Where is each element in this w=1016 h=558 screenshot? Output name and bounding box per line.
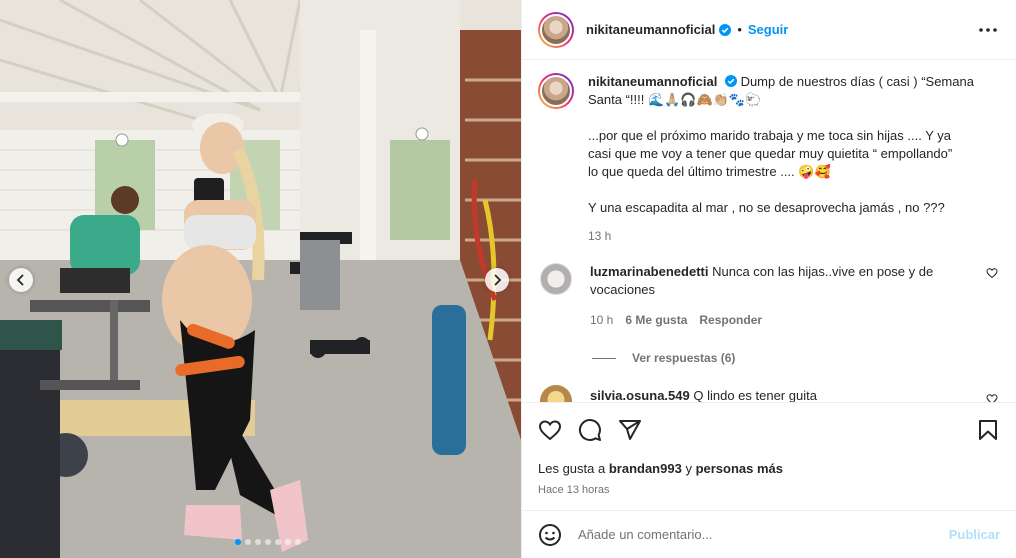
comment-input[interactable] <box>578 527 949 542</box>
carousel-dot <box>295 539 301 545</box>
caption-text-line: lo que queda del último trimestre .... 🤪… <box>588 164 831 179</box>
heart-icon[interactable] <box>538 418 562 442</box>
comment-item: silvia.osuna.549 Q lindo es tener guita <box>538 385 1000 402</box>
carousel-dot <box>255 539 261 545</box>
likes-others[interactable]: personas más <box>696 461 783 476</box>
commenter-username[interactable]: silvia.osuna.549 <box>590 388 690 402</box>
carousel-dot <box>285 539 291 545</box>
reply-button[interactable]: Responder <box>699 311 762 329</box>
commenter-avatar[interactable] <box>540 385 572 402</box>
comment-likes[interactable]: 6 Me gusta <box>625 311 687 329</box>
commenter-username[interactable]: luzmarinabenedetti <box>590 264 708 279</box>
carousel-dot <box>275 539 281 545</box>
likes-username[interactable]: brandan993 <box>609 461 682 476</box>
caption-text-line: casi que me voy a tener que quedar muy q… <box>588 146 953 161</box>
caption-text-line: Santa “!!!! 🌊🙏🏼🎧🙈👏🏼🐾🐑 <box>588 92 762 107</box>
comment-text: Q lindo es tener guita <box>693 388 817 402</box>
heart-icon[interactable] <box>986 267 998 279</box>
comment-item: luzmarinabenedetti Nunca con las hijas..… <box>538 263 1000 329</box>
comment-text: Nunca con las hijas..vive en pose y de <box>712 264 934 279</box>
caption-author-avatar[interactable] <box>538 73 574 109</box>
add-comment-bar: Publicar <box>522 510 1016 558</box>
post-details-panel: nikitaneumannoficial • Seguir nikitaneum… <box>521 0 1016 558</box>
likes-prefix: Les gusta a <box>538 461 606 476</box>
bookmark-icon[interactable] <box>976 418 1000 442</box>
follow-button[interactable]: Seguir <box>748 22 788 37</box>
gym-photo-illustration <box>0 0 521 558</box>
more-options-icon <box>979 27 997 32</box>
emoji-icon[interactable] <box>538 523 562 547</box>
view-replies-button[interactable]: Ver respuestas (6) <box>592 351 1000 365</box>
caption-text-line: ...por que el próximo marido trabaja y m… <box>588 128 951 143</box>
chevron-right-icon <box>494 274 502 286</box>
more-options-button[interactable] <box>976 18 1000 42</box>
caption-author-username[interactable]: nikitaneumannoficial <box>588 74 717 89</box>
heart-icon[interactable] <box>986 393 998 402</box>
verified-badge-icon <box>719 23 732 36</box>
post-actions: Les gusta a brandan993 y personas más Ha… <box>522 402 1016 510</box>
carousel-dots <box>235 539 301 545</box>
view-replies-label: Ver respuestas (6) <box>632 351 736 365</box>
post-timestamp[interactable]: Hace 13 horas <box>538 484 1000 496</box>
carousel-previous-button[interactable] <box>9 268 33 292</box>
post-caption: nikitaneumannoficial Dump de nuestros dí… <box>538 73 1000 245</box>
commenter-avatar[interactable] <box>540 263 572 295</box>
replies-divider <box>592 357 616 359</box>
post-header: nikitaneumannoficial • Seguir <box>522 0 1016 60</box>
share-icon[interactable] <box>618 418 642 442</box>
chevron-left-icon <box>16 274 24 286</box>
likes-mid: y <box>685 461 692 476</box>
publish-button[interactable]: Publicar <box>949 527 1000 542</box>
comment-icon[interactable] <box>578 418 602 442</box>
carousel-dot <box>235 539 241 545</box>
comment-text: vocaciones <box>590 282 656 297</box>
carousel-dot <box>265 539 271 545</box>
header-separator: • <box>737 22 742 37</box>
comments-list[interactable]: nikitaneumannoficial Dump de nuestros dí… <box>522 61 1016 402</box>
caption-timestamp[interactable]: 13 h <box>588 227 988 245</box>
caption-text-line: Y una escapadita al mar , no se desaprov… <box>588 200 945 215</box>
post-photo[interactable] <box>0 0 521 558</box>
likes-summary[interactable]: Les gusta a brandan993 y personas más <box>538 461 1000 476</box>
carousel-dot <box>245 539 251 545</box>
author-username[interactable]: nikitaneumannoficial <box>586 22 715 37</box>
carousel-next-button[interactable] <box>485 268 509 292</box>
verified-badge-icon <box>724 75 737 87</box>
caption-text-line: Dump de nuestros días ( casi ) “Semana <box>740 74 974 89</box>
author-avatar[interactable] <box>538 11 574 48</box>
comment-timestamp[interactable]: 10 h <box>590 311 613 329</box>
